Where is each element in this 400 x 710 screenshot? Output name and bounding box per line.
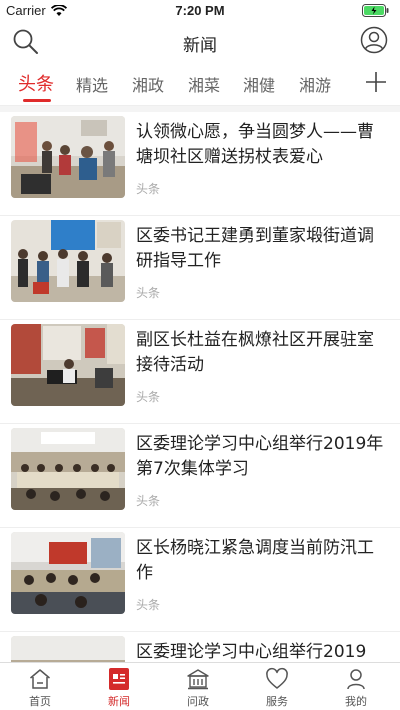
bottom-tab-bar: 首页 新闻 问政 服务 我的: [0, 662, 400, 710]
tab-xiangzheng[interactable]: 湘政: [132, 72, 164, 96]
news-headline[interactable]: 区委书记王建勇到董家塅街道调研指导工作: [136, 224, 386, 274]
person-icon: [347, 669, 365, 690]
news-source: 头条: [136, 598, 161, 612]
news-source: 头条: [136, 286, 161, 300]
tab-xiangjian[interactable]: 湘健: [243, 72, 275, 96]
news-headline[interactable]: 认领微心愿，争当圆梦人——曹塘坝社区赠送拐杖表爱心: [136, 120, 386, 170]
news-headline[interactable]: 区委理论学习中心组举行2019年第7次集体学习: [136, 432, 386, 482]
nav-mine[interactable]: 我的: [326, 667, 386, 709]
news-item[interactable]: 认领微心愿，争当圆梦人——曹塘坝社区赠送拐杖表爱心 头条: [0, 112, 400, 216]
home-icon: [30, 669, 50, 689]
app-header: 新闻: [0, 20, 400, 64]
nav-service-label: 服务: [266, 695, 288, 708]
tab-xiangyou[interactable]: 湘游: [299, 72, 331, 96]
nav-service[interactable]: 服务: [247, 667, 307, 709]
news-thumbnail: [11, 220, 125, 302]
news-thumbnail: [11, 428, 125, 510]
news-item[interactable]: 副区长杜益在枫燎社区开展驻室接待活动 头条: [0, 320, 400, 424]
news-headline[interactable]: 副区长杜益在枫燎社区开展驻室接待活动: [136, 328, 386, 378]
news-thumbnail: [11, 636, 125, 662]
active-tab-indicator: [23, 99, 51, 102]
news-source: 头条: [136, 494, 161, 508]
news-thumbnail: [11, 324, 125, 406]
tab-toutiao[interactable]: 头条: [18, 70, 54, 96]
nav-mine-label: 我的: [345, 695, 367, 708]
nav-news[interactable]: 新闻: [89, 667, 149, 709]
news-item[interactable]: 区委理论学习中心组举行2019年第7次集体学习 头条: [0, 424, 400, 528]
user-profile-icon[interactable]: [360, 26, 388, 54]
heart-icon: [266, 667, 288, 689]
category-tabs: 头条 精选 湘政 湘菜 湘健 湘游: [0, 64, 400, 106]
status-time: 7:20 PM: [175, 3, 225, 18]
news-source: 头条: [136, 390, 161, 404]
news-item[interactable]: 区委书记王建勇到董家塅街道调研指导工作 头条: [0, 216, 400, 320]
page-title: 新闻: [183, 36, 217, 56]
nav-wenzheng-label: 问政: [187, 695, 209, 708]
nav-wenzheng[interactable]: 问政: [168, 667, 228, 709]
news-source: 头条: [136, 182, 161, 196]
news-item[interactable]: 区长杨晓江紧急调度当前防汛工作 头条: [0, 528, 400, 632]
news-item[interactable]: 区委理论学习中心组举行2019: [0, 632, 400, 662]
news-icon: [109, 668, 129, 690]
battery-icon: [362, 4, 390, 17]
nav-home-label: 首页: [29, 695, 51, 708]
news-thumbnail: [11, 116, 125, 198]
tab-jingxuan[interactable]: 精选: [76, 72, 108, 96]
news-thumbnail: [11, 532, 125, 614]
news-headline[interactable]: 区长杨晓江紧急调度当前防汛工作: [136, 536, 386, 586]
news-headline[interactable]: 区委理论学习中心组举行2019: [136, 640, 386, 662]
status-bar: Carrier 7:20 PM: [0, 0, 400, 20]
add-tab-icon[interactable]: [364, 70, 388, 94]
nav-home[interactable]: 首页: [10, 667, 70, 709]
building-icon: [187, 669, 209, 690]
news-feed: 认领微心愿，争当圆梦人——曹塘坝社区赠送拐杖表爱心 头条 区委书记王建勇到董家塅…: [0, 112, 400, 662]
nav-news-label: 新闻: [108, 695, 130, 708]
tab-xiangcai[interactable]: 湘菜: [188, 72, 220, 96]
